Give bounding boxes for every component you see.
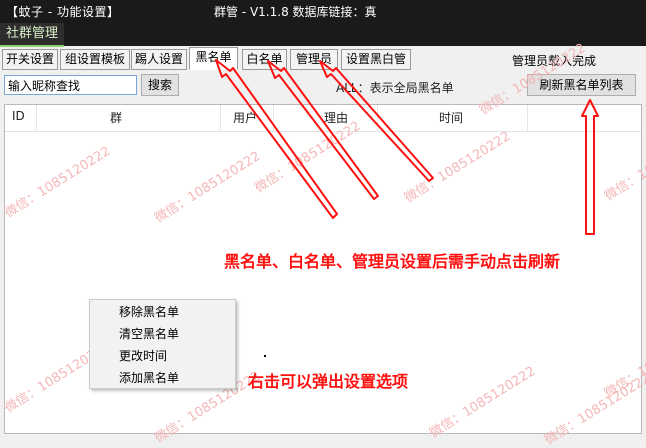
column-header-id[interactable]: ID xyxy=(12,109,25,123)
menu-item-clear-blacklist[interactable]: 清空黑名单 xyxy=(119,325,179,342)
annotation-refresh-note: 黑名单、白名单、管理员设置后需手动点击刷新 xyxy=(224,252,561,271)
column-header-time[interactable]: 时间 xyxy=(439,109,463,126)
menu-item-change-time[interactable]: 更改时间 xyxy=(119,347,167,364)
column-divider xyxy=(527,105,528,131)
tab-admins[interactable]: 管理员 xyxy=(290,49,338,70)
column-header-user[interactable]: 用户 xyxy=(233,109,257,126)
annotation-rightclick-note: 右击可以弹出设置选项 xyxy=(248,372,409,391)
tab-switch-settings[interactable]: 开关设置 xyxy=(2,49,58,70)
column-divider xyxy=(220,105,221,131)
tab-kick-settings[interactable]: 踢人设置 xyxy=(131,49,187,70)
tab-whitelist[interactable]: 白名单 xyxy=(242,49,287,70)
tab-community-management[interactable]: 社群管理 xyxy=(0,23,65,47)
tab-blacklist[interactable]: 黑名单 xyxy=(189,47,238,70)
column-divider xyxy=(273,105,274,131)
menu-item-add-blacklist[interactable]: 添加黑名单 xyxy=(119,369,179,386)
header-divider xyxy=(5,131,641,132)
context-menu: 移除黑名单 清空黑名单 更改时间 添加黑名单 xyxy=(89,299,236,389)
column-header-group[interactable]: 群 xyxy=(110,109,122,126)
title-bar: 【蚊子 - 功能设置】 群管 - V1.1.8 数据库链接：真 xyxy=(0,0,646,22)
column-divider xyxy=(36,105,37,131)
column-divider xyxy=(377,105,378,131)
search-input[interactable]: 输入昵称查找 xyxy=(4,75,137,95)
search-button[interactable]: 搜索 xyxy=(141,74,179,96)
cursor-dot xyxy=(264,355,266,357)
tab-group-template[interactable]: 组设置模板 xyxy=(60,49,130,70)
module-bar: 社群管理 xyxy=(0,22,646,47)
window-title-left: 【蚊子 - 功能设置】 xyxy=(6,5,120,19)
window-title-center: 群管 - V1.1.8 数据库链接：真 xyxy=(214,5,377,19)
menu-item-remove-blacklist[interactable]: 移除黑名单 xyxy=(119,303,179,320)
tab-set-black-white-admin[interactable]: 设置黑白管 xyxy=(341,49,411,70)
global-blacklist-hint: ALL：表示全局黑名单 xyxy=(336,81,454,95)
